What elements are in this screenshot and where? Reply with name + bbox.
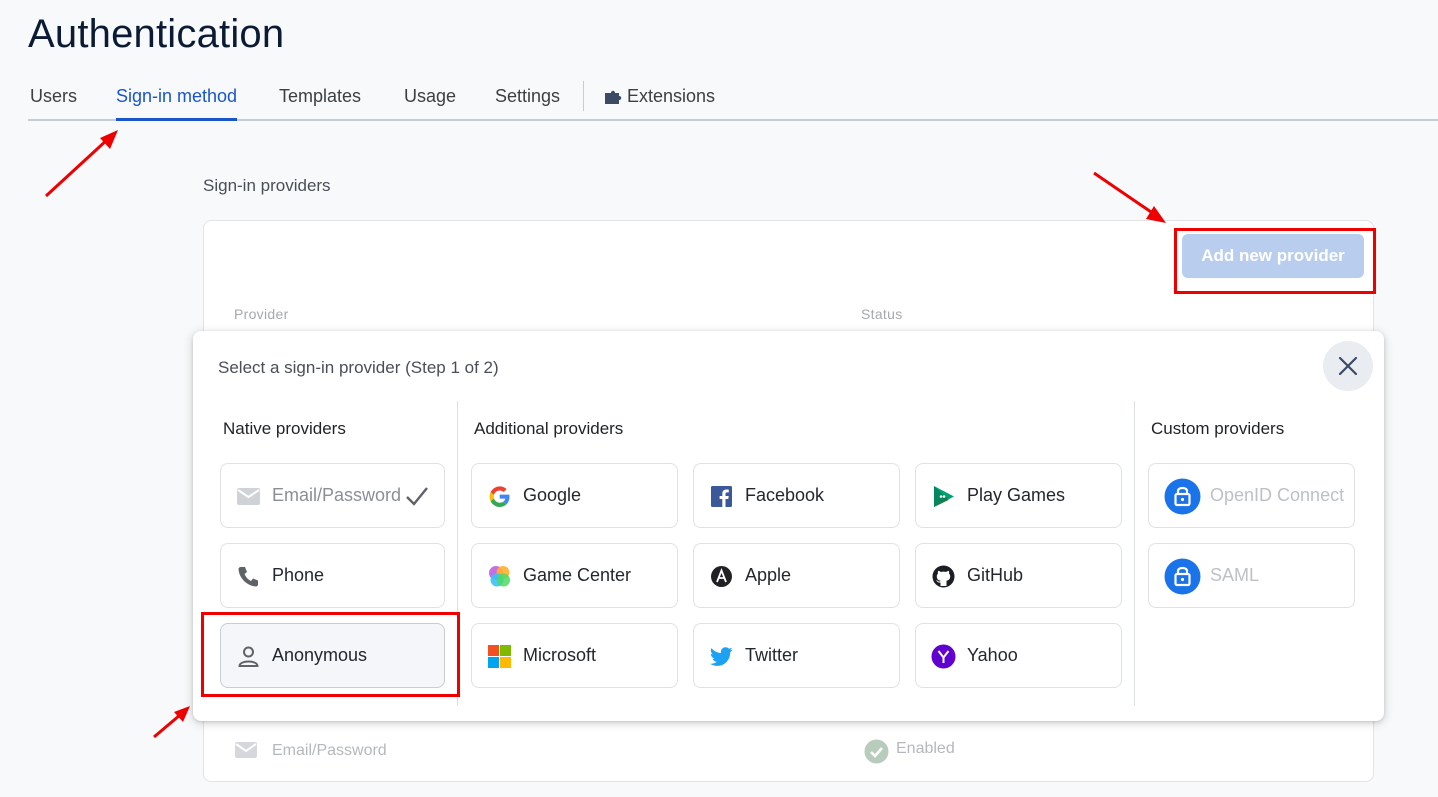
column-header-status: Status bbox=[861, 306, 903, 322]
provider-apple[interactable]: Apple bbox=[693, 543, 900, 608]
provider-label: OpenID Connect bbox=[1210, 485, 1345, 505]
close-button[interactable] bbox=[1323, 341, 1373, 391]
row-provider: Email/Password bbox=[272, 742, 387, 759]
check-icon bbox=[406, 487, 428, 506]
close-icon bbox=[1338, 356, 1358, 376]
provider-saml: SAML bbox=[1148, 543, 1355, 608]
tab-extensions[interactable]: Extensions bbox=[603, 86, 715, 107]
provider-label: GitHub bbox=[967, 565, 1024, 585]
check-circle-icon bbox=[864, 739, 889, 764]
apple-icon bbox=[711, 566, 732, 587]
dialog-title: Select a sign-in provider (Step 1 of 2) bbox=[218, 358, 499, 377]
provider-label: Phone bbox=[272, 565, 325, 585]
provider-label: Play Games bbox=[967, 485, 1066, 505]
row-status: Enabled bbox=[896, 740, 955, 757]
table-row[interactable]: Email/Password Enabled bbox=[234, 736, 1334, 766]
provider-github[interactable]: GitHub bbox=[915, 543, 1122, 608]
column-divider bbox=[1134, 401, 1135, 706]
additional-providers-heading: Additional providers bbox=[474, 419, 624, 438]
native-providers-heading: Native providers bbox=[223, 419, 346, 438]
provider-microsoft[interactable]: Microsoft bbox=[471, 623, 678, 688]
tab-bar: Users Sign-in method Templates Usage Set… bbox=[28, 78, 1438, 121]
provider-label: Microsoft bbox=[523, 645, 597, 665]
provider-openid-connect: OpenID Connect bbox=[1148, 463, 1355, 528]
annotation-arrow-icon bbox=[1093, 171, 1166, 223]
provider-label: Yahoo bbox=[967, 645, 1018, 665]
facebook-icon bbox=[711, 486, 732, 507]
provider-game-center[interactable]: Game Center bbox=[471, 543, 678, 608]
game-center-icon bbox=[489, 566, 510, 587]
provider-yahoo[interactable]: Yahoo bbox=[915, 623, 1122, 688]
provider-label: Facebook bbox=[745, 485, 825, 505]
provider-label: Game Center bbox=[523, 565, 632, 585]
annotation-arrow-icon bbox=[44, 130, 118, 198]
section-label: Sign-in providers bbox=[203, 176, 331, 195]
tab-extensions-label: Extensions bbox=[627, 86, 716, 106]
annotation-arrow-icon bbox=[153, 706, 190, 739]
twitter-icon bbox=[710, 647, 733, 666]
tab-templates[interactable]: Templates bbox=[279, 86, 361, 107]
provider-label: Email/Password bbox=[272, 485, 402, 505]
google-icon bbox=[489, 486, 510, 507]
provider-email-password: Email/Password bbox=[220, 463, 445, 528]
provider-label: SAML bbox=[1210, 565, 1260, 585]
mail-icon bbox=[237, 488, 260, 505]
tab-usage[interactable]: Usage bbox=[404, 86, 456, 107]
page-title: Authentication bbox=[28, 12, 285, 56]
github-icon bbox=[932, 565, 955, 588]
annotation-highlight-add-provider bbox=[1174, 228, 1376, 294]
tab-sign-in-method[interactable]: Sign-in method bbox=[116, 86, 238, 121]
column-header-provider: Provider bbox=[234, 306, 289, 322]
provider-google[interactable]: Google bbox=[471, 463, 678, 528]
play-games-icon bbox=[934, 486, 954, 507]
phone-icon bbox=[238, 567, 258, 587]
lock-icon bbox=[1164, 558, 1201, 595]
provider-play-games[interactable]: Play Games bbox=[915, 463, 1122, 528]
provider-phone[interactable]: Phone bbox=[220, 543, 445, 608]
puzzle-icon bbox=[605, 90, 622, 104]
annotation-highlight-anonymous bbox=[201, 612, 460, 697]
provider-label: Twitter bbox=[745, 645, 799, 665]
tab-users[interactable]: Users bbox=[30, 86, 77, 107]
lock-icon bbox=[1164, 478, 1201, 515]
tab-settings[interactable]: Settings bbox=[495, 86, 560, 107]
provider-facebook[interactable]: Facebook bbox=[693, 463, 900, 528]
yahoo-icon bbox=[931, 644, 956, 669]
tab-divider bbox=[583, 81, 584, 111]
provider-label: Google bbox=[523, 485, 582, 505]
provider-label: Apple bbox=[745, 565, 792, 585]
custom-providers-heading: Custom providers bbox=[1151, 419, 1285, 438]
provider-twitter[interactable]: Twitter bbox=[693, 623, 900, 688]
mail-icon bbox=[235, 742, 257, 758]
microsoft-icon bbox=[488, 645, 511, 668]
